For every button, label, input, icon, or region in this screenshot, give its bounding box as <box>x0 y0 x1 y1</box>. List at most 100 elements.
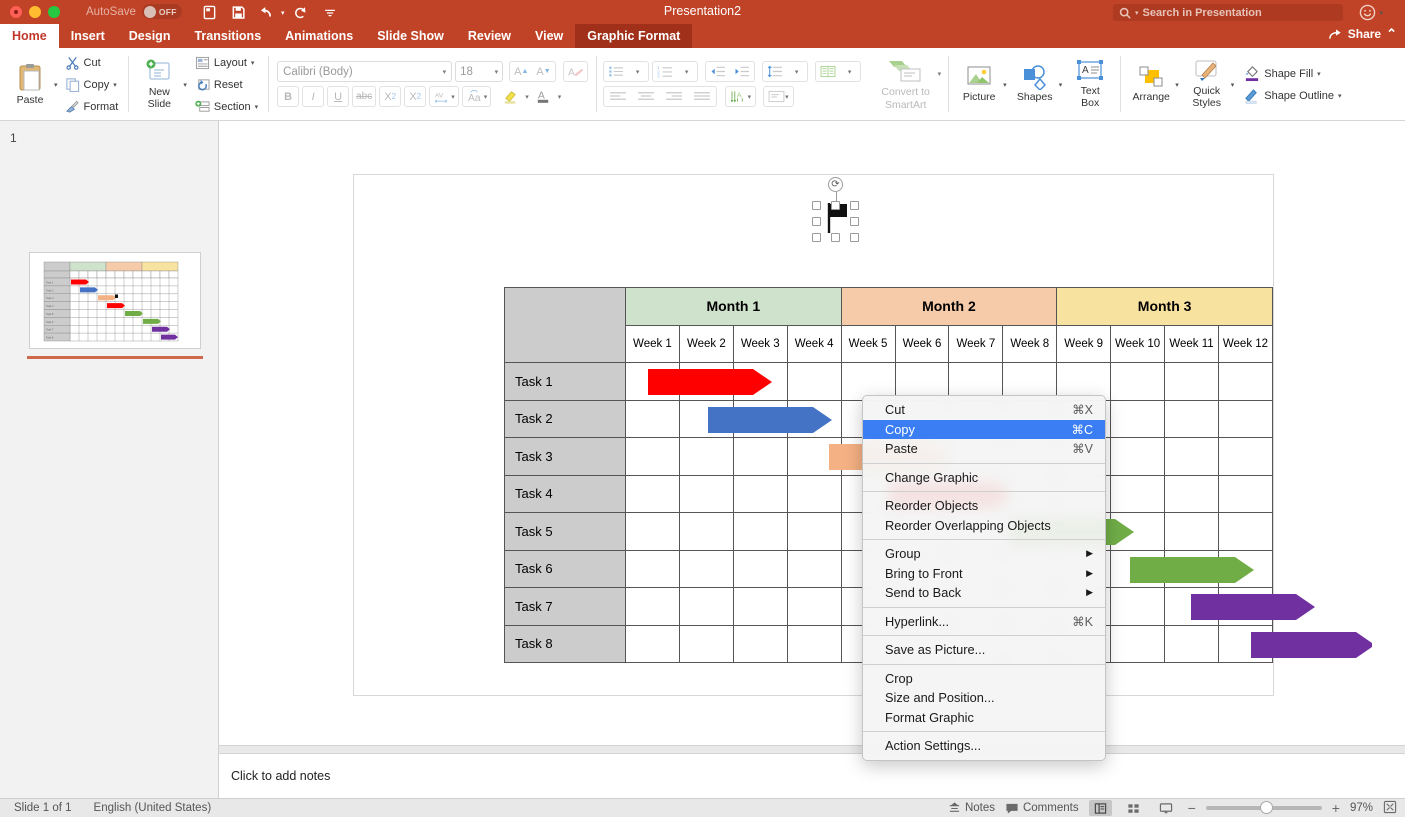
gantt-cell[interactable] <box>625 625 679 663</box>
resize-handle-bottom-center[interactable] <box>831 233 840 242</box>
copy-dropdown-icon[interactable]: ▾ <box>113 81 117 89</box>
bullets-dropdown-icon[interactable]: ▾ <box>628 62 648 81</box>
line-spacing-dropdown-icon[interactable]: ▾ <box>787 62 807 81</box>
notes-pane[interactable]: Click to add notes <box>219 753 1405 798</box>
gantt-cell[interactable] <box>679 588 733 626</box>
gantt-cell[interactable] <box>625 400 679 438</box>
gantt-cell[interactable] <box>1218 550 1272 588</box>
context-menu-item-reorder-objects[interactable]: Reorder Objects <box>863 496 1105 516</box>
gantt-cell[interactable] <box>679 363 733 401</box>
resize-handle-bottom-right[interactable] <box>850 233 859 242</box>
justify-button[interactable] <box>688 87 716 106</box>
text-direction-button[interactable]: A ▾ <box>726 87 756 106</box>
numbering-dropdown-icon[interactable]: ▾ <box>677 62 697 81</box>
context-menu-item-paste[interactable]: Paste ⌘V <box>863 439 1105 459</box>
context-menu-item-action-settings[interactable]: Action Settings... <box>863 736 1105 756</box>
gantt-cell[interactable] <box>1218 588 1272 626</box>
context-menu[interactable]: Cut ⌘X Copy ⌘C Paste ⌘V Change Graphic R… <box>862 395 1106 761</box>
quick-styles-dropdown-icon[interactable]: ▾ <box>1231 81 1235 89</box>
line-spacing-button[interactable] <box>763 62 787 81</box>
gantt-cell[interactable] <box>679 475 733 513</box>
change-case-button[interactable]: Aa ▾ <box>462 86 492 107</box>
superscript-button[interactable]: X2 <box>379 86 401 107</box>
picture-button[interactable]: Picture <box>956 52 1002 118</box>
font-color-dropdown-icon[interactable]: ▾ <box>558 93 562 101</box>
columns-dropdown-icon[interactable]: ▾ <box>840 62 860 81</box>
gantt-cell[interactable] <box>787 475 841 513</box>
tab-animations[interactable]: Animations <box>273 24 365 48</box>
search-box[interactable]: ▾ Search in Presentation <box>1113 4 1343 21</box>
context-menu-item-send-to-back[interactable]: Send to Back ▶ <box>863 583 1105 603</box>
align-center-button[interactable] <box>632 87 660 106</box>
gantt-cell[interactable] <box>1218 438 1272 476</box>
gantt-cell[interactable] <box>787 550 841 588</box>
gantt-cell[interactable] <box>1111 625 1165 663</box>
slide-thumbnail-1[interactable]: Task 1Task 2 Task 3Task 4 Task 5Task 6 T… <box>29 252 201 349</box>
format-painter-button[interactable]: Format <box>62 97 122 117</box>
font-size-select[interactable]: 18 ▾ <box>455 61 503 82</box>
account-avatar[interactable]: ▾ <box>1359 4 1383 21</box>
zoom-slider[interactable] <box>1206 806 1322 810</box>
strikethrough-button[interactable]: abc <box>352 86 376 107</box>
slide-sorter-view-button[interactable] <box>1122 800 1145 816</box>
convert-to-smartart-button[interactable]: Convert to SmartArt <box>874 58 938 110</box>
tab-view[interactable]: View <box>523 24 575 48</box>
tab-insert[interactable]: Insert <box>59 24 117 48</box>
shrink-font-button[interactable]: A▼ <box>532 62 554 81</box>
gantt-cell[interactable] <box>1165 400 1219 438</box>
tab-home[interactable]: Home <box>0 24 59 48</box>
flag-graphic[interactable] <box>818 201 858 235</box>
gantt-cell[interactable] <box>733 438 787 476</box>
align-right-button[interactable] <box>660 87 688 106</box>
font-color-button[interactable]: A <box>532 86 555 107</box>
character-spacing-dropdown-icon[interactable]: ▾ <box>451 93 455 101</box>
layout-dropdown-icon[interactable]: ▾ <box>251 59 255 67</box>
columns-button[interactable] <box>816 62 840 81</box>
context-menu-item-crop[interactable]: Crop <box>863 669 1105 689</box>
gantt-cell[interactable] <box>1218 363 1272 401</box>
tab-slide-show[interactable]: Slide Show <box>365 24 456 48</box>
text-box-button[interactable]: A TextBox <box>1067 52 1113 118</box>
gantt-cell[interactable] <box>1111 400 1165 438</box>
gantt-cell[interactable] <box>625 363 679 401</box>
slide-canvas[interactable]: Month 1 Month 2 Month 3 Week 1 Week 2 We… <box>353 174 1274 696</box>
resize-handle-bottom-left[interactable] <box>812 233 821 242</box>
gantt-cell[interactable] <box>625 588 679 626</box>
gantt-cell[interactable] <box>679 513 733 551</box>
arrange-button[interactable]: Arrange <box>1128 52 1174 118</box>
gantt-cell[interactable] <box>1218 475 1272 513</box>
increase-indent-button[interactable] <box>730 62 754 81</box>
gantt-cell[interactable] <box>1111 513 1165 551</box>
gantt-cell[interactable] <box>1165 588 1219 626</box>
gantt-cell[interactable] <box>1218 513 1272 551</box>
smartart-dropdown-icon[interactable]: ▾ <box>938 70 942 78</box>
account-dropdown-icon[interactable]: ▾ <box>1379 9 1383 17</box>
clear-formatting-button[interactable]: A <box>563 61 588 82</box>
comments-button[interactable]: Comments <box>1005 802 1079 815</box>
bold-button[interactable]: B <box>277 86 299 107</box>
layout-button[interactable]: Layout ▾ <box>192 53 261 73</box>
gantt-cell[interactable] <box>787 438 841 476</box>
gantt-cell[interactable] <box>1111 363 1165 401</box>
gantt-cell[interactable] <box>733 550 787 588</box>
resize-handle-top-right[interactable] <box>850 201 859 210</box>
align-text-button[interactable]: ▾ <box>764 87 793 106</box>
tab-graphic-format[interactable]: Graphic Format <box>575 24 692 48</box>
shape-outline-button[interactable]: Shape Outline ▾ <box>1241 86 1344 106</box>
context-menu-item-copy[interactable]: Copy ⌘C <box>863 420 1105 440</box>
context-menu-item-bring-to-front[interactable]: Bring to Front ▶ <box>863 564 1105 584</box>
gantt-cell[interactable] <box>787 588 841 626</box>
gantt-cell[interactable] <box>787 400 841 438</box>
selected-graphic-wrapper[interactable]: ⟳ <box>816 181 856 229</box>
resize-handle-top-center[interactable] <box>831 201 840 210</box>
bullets-button[interactable] <box>604 62 628 81</box>
copy-button[interactable]: Copy ▾ <box>62 75 122 95</box>
quick-styles-button[interactable]: QuickStyles <box>1184 52 1230 118</box>
new-slide-button[interactable]: NewSlide <box>136 52 182 118</box>
slide-show-view-button[interactable] <box>1155 800 1178 816</box>
font-size-dropdown-icon[interactable]: ▾ <box>495 68 499 76</box>
shape-fill-dropdown-icon[interactable]: ▾ <box>1317 70 1321 78</box>
shape-fill-button[interactable]: Shape Fill ▾ <box>1241 64 1344 84</box>
italic-button[interactable]: I <box>302 86 324 107</box>
language-label[interactable]: English (United States) <box>94 802 212 814</box>
